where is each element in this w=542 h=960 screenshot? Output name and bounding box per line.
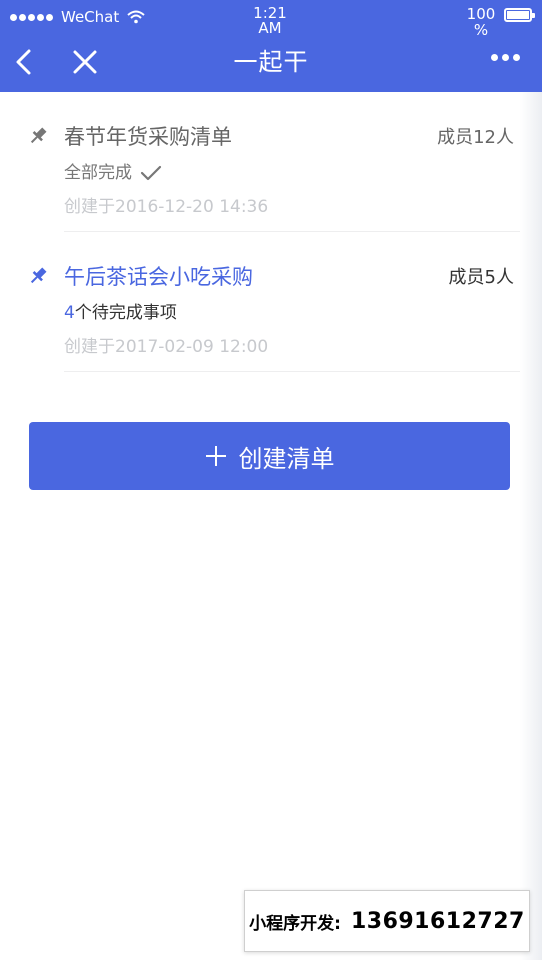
battery-icon — [504, 8, 535, 22]
back-icon[interactable] — [10, 46, 38, 78]
create-list-button[interactable]: 创建清单 — [29, 422, 510, 490]
member-count: 成员12人 — [437, 127, 514, 148]
close-icon[interactable] — [70, 46, 100, 78]
signal-icon — [10, 13, 53, 21]
pending-count: 4 — [64, 303, 75, 323]
pending-status: 4个待完成事项 — [64, 302, 177, 324]
page-title: 一起干 — [233, 48, 309, 76]
battery-value: 100 — [466, 5, 496, 23]
signal-group: WeChat — [10, 8, 145, 26]
carrier-name: WeChat — [61, 8, 120, 26]
list-status: 全部完成 — [64, 162, 162, 184]
top-bar: WeChat 1:21 AM 100 % 一起干 — [0, 0, 542, 92]
status-bar: WeChat 1:21 AM 100 % — [0, 0, 542, 40]
list-item[interactable]: 午后茶话会小吃采购 成员5人 4个待完成事项 创建于2017-02-09 12:… — [0, 232, 520, 372]
wifi-icon — [127, 10, 145, 24]
promo-label: 小程序开发: 13691612727 — [244, 890, 530, 952]
list-title: 午后茶话会小吃采购 — [64, 265, 253, 289]
list-item[interactable]: 春节年货采购清单 成员12人 全部完成 创建于2016-12-20 14:36 — [0, 92, 520, 232]
status-text: 全部完成 — [64, 163, 132, 183]
battery-group: 100 % — [464, 6, 535, 38]
divider — [64, 371, 520, 372]
plus-icon — [205, 446, 226, 466]
list-title: 春节年货采购清单 — [64, 125, 232, 149]
created-time: 创建于2017-02-09 12:00 — [64, 337, 269, 357]
clock: 1:21 AM — [240, 6, 300, 36]
promo-phone: 13691612727 — [350, 908, 525, 934]
list-status: 4个待完成事项 — [64, 302, 177, 324]
member-count: 成员5人 — [448, 267, 514, 288]
checklist-list: 春节年货采购清单 成员12人 全部完成 创建于2016-12-20 14:36 … — [0, 92, 520, 372]
pin-icon — [30, 267, 47, 284]
create-list-label: 创建清单 — [238, 444, 335, 473]
phone-screen: WeChat 1:21 AM 100 % 一起干 春节年货采购清单 成员12人 … — [0, 0, 542, 960]
nav-bar: 一起干 — [0, 40, 542, 92]
promo-text: 小程序开发: — [249, 913, 341, 934]
pending-text: 个待完成事项 — [74, 303, 177, 323]
clock-ampm: AM — [258, 19, 282, 37]
created-time: 创建于2016-12-20 14:36 — [64, 197, 269, 217]
screen-edge — [520, 92, 542, 960]
pin-icon — [30, 127, 47, 144]
battery-percent: 100 % — [464, 6, 498, 38]
battery-unit: % — [473, 21, 489, 39]
more-icon[interactable] — [491, 54, 520, 61]
check-icon — [140, 165, 162, 181]
